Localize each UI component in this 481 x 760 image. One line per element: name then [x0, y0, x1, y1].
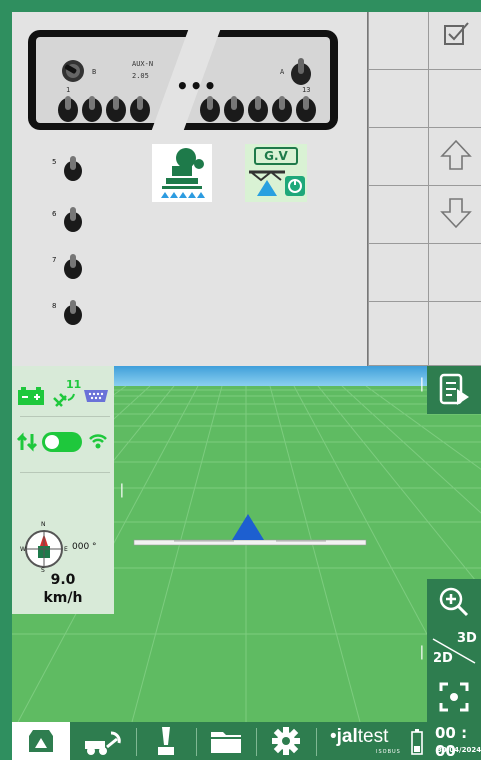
gv-valve-button[interactable]: G.V: [245, 144, 307, 202]
field-edge-marker-2: ❘: [116, 482, 128, 498]
field-edge-marker-1: ❘: [416, 376, 428, 392]
tractor-position-icon: [232, 514, 264, 540]
nav-files-tab[interactable]: [198, 722, 254, 760]
connection-toggle[interactable]: [42, 432, 82, 452]
console-version: 2.05: [132, 72, 149, 80]
sprayer-boom-button[interactable]: [152, 144, 212, 202]
nav-implement-tab[interactable]: [72, 722, 134, 760]
nav-separator: [256, 728, 257, 756]
nav-separator: [196, 728, 197, 756]
zoom-in-icon: [439, 587, 469, 617]
nav-separator: [316, 728, 317, 756]
battery-icon: [18, 387, 44, 405]
arrow-up-icon: [440, 139, 472, 170]
speed-unit: km/h: [43, 590, 83, 606]
console-label: AUX-N: [132, 60, 154, 68]
status-separator-2: [20, 472, 110, 473]
document-play-button[interactable]: [427, 366, 481, 414]
nav-settings-tab[interactable]: [258, 722, 314, 760]
switch-7-label: 7: [52, 256, 57, 264]
field-edge-marker-3: ❘: [416, 644, 428, 660]
softkey-blank-8[interactable]: [368, 302, 428, 366]
softkey-blank-6[interactable]: [368, 244, 428, 302]
switch-b-label: B: [92, 68, 97, 76]
softkey-blank-4[interactable]: [368, 128, 428, 186]
switch-8-label: 8: [52, 302, 57, 310]
aux-switch-6[interactable]: [62, 203, 84, 233]
guidance-screen-icon: [29, 730, 53, 752]
wifi-icon: [89, 434, 107, 449]
section-switches[interactable]: [58, 96, 316, 122]
view-3d-label: 3D: [457, 631, 477, 646]
zoom-in-button[interactable]: [427, 579, 481, 625]
joystick-icon: [158, 727, 174, 755]
aux-switch-5[interactable]: [62, 152, 84, 182]
aux-switch-8[interactable]: [62, 296, 84, 326]
view-mode-toggle[interactable]: 3D 2D: [427, 625, 481, 671]
device-battery-icon: [411, 729, 423, 755]
softkey-blank-3[interactable]: [428, 70, 481, 128]
arrow-down-icon: [440, 198, 472, 229]
speed-value: 9.0: [50, 572, 76, 588]
jaltest-logo: •jaltest: [330, 726, 389, 747]
satellite-count: 11: [66, 378, 82, 391]
tractor-terminal-screen: ••• AUX-N 2.05 B A 1 13 5 6 7 8 G.V ❘ ❘ …: [0, 0, 481, 760]
checkbox-icon: [444, 22, 469, 45]
softkey-blank-1[interactable]: [368, 12, 428, 70]
recenter-icon: [439, 682, 469, 711]
boom-valve-icon: [249, 170, 305, 196]
isobus-label: ISOBUS: [376, 749, 401, 755]
section-switch-row: [58, 96, 316, 122]
gear-icon: [272, 727, 300, 755]
compass-west: W: [20, 546, 26, 553]
data-transfer-icon: [16, 432, 38, 452]
folder-icon: [211, 732, 241, 753]
recenter-button[interactable]: [427, 671, 481, 722]
toggle-knob: [45, 435, 59, 449]
status-separator-1: [20, 416, 110, 417]
nav-joystick-tab[interactable]: [138, 722, 194, 760]
gv-label: G.V: [254, 147, 298, 165]
switch-a-label: A: [280, 68, 285, 76]
softkey-blank-7[interactable]: [428, 244, 481, 302]
compass-north: N: [41, 521, 46, 528]
heading-value: 000 °: [72, 542, 97, 552]
nav-guidance-tab[interactable]: [12, 722, 70, 760]
implement-trailer-icon: [85, 731, 121, 755]
softkey-blank-5[interactable]: [368, 186, 428, 244]
switch-5-label: 5: [52, 158, 57, 166]
aux-switch-7[interactable]: [62, 250, 84, 280]
nav-separator: [136, 728, 137, 756]
clock-time: 00 : 00: [435, 724, 468, 760]
implement-boom-marker: [133, 514, 367, 546]
switch-a-toggle[interactable]: [288, 56, 314, 86]
soft-key-sidebar: [368, 12, 481, 366]
compass-east: E: [64, 546, 68, 553]
softkey-blank-2[interactable]: [368, 70, 428, 128]
serial-port-icon: [84, 390, 108, 402]
document-play-icon: [439, 373, 469, 405]
clock-date: 30/04/2024: [437, 746, 481, 754]
switch-6-label: 6: [52, 210, 57, 218]
switch-b-knob[interactable]: [60, 58, 88, 84]
bottom-navigation-bar: •jaltest ISOBUS 00 : 00 30/04/2024: [12, 722, 481, 760]
softkey-blank-9[interactable]: [428, 302, 481, 366]
view-2d-label: 2D: [433, 651, 453, 666]
